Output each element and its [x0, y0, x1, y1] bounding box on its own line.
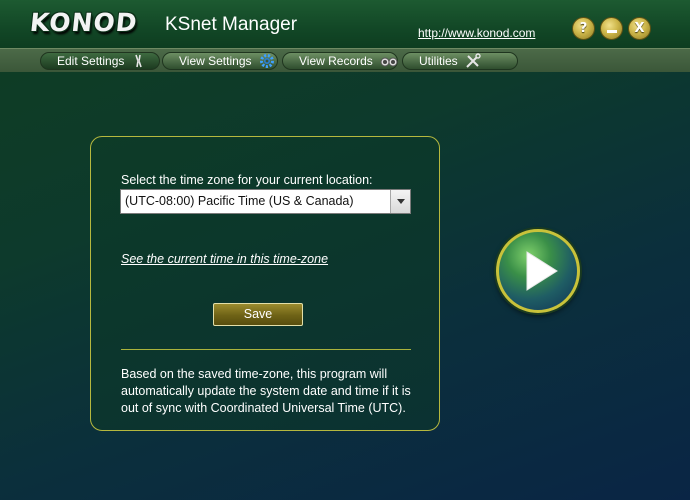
info-text: Based on the saved time-zone, this progr…: [121, 367, 411, 415]
tab-view-settings[interactable]: View Settings: [162, 52, 278, 70]
tab-view-records[interactable]: View Records: [282, 52, 398, 70]
tab-label: View Records: [299, 54, 373, 68]
timezone-selected-value: (UTC-08:00) Pacific Time (US & Canada): [125, 194, 354, 208]
konod-logo: KONOD: [28, 8, 140, 37]
tab-label: Edit Settings: [57, 54, 125, 68]
tools-icon: [465, 53, 481, 69]
gear-icon: [259, 53, 275, 69]
minimize-button[interactable]: [600, 17, 623, 40]
help-button[interactable]: ?: [572, 17, 595, 40]
website-link[interactable]: http://www.konod.com: [418, 26, 535, 40]
chevron-down-icon[interactable]: [390, 190, 410, 213]
close-button[interactable]: X: [628, 17, 651, 40]
save-button[interactable]: Save: [213, 303, 303, 326]
timezone-label: Select the time zone for your current lo…: [121, 173, 373, 187]
title-bar: KONOD KSnet Manager http://www.konod.com…: [0, 0, 690, 48]
wrench-pliers-icon: [131, 53, 147, 69]
app-title: KSnet Manager: [165, 14, 298, 35]
divider: [121, 349, 411, 350]
binoculars-icon: [380, 53, 398, 69]
play-icon: [526, 251, 558, 291]
current-time-link[interactable]: See the current time in this time-zone: [121, 252, 328, 266]
tab-utilities[interactable]: Utilities: [402, 52, 518, 70]
tab-label: View Settings: [179, 54, 252, 68]
timezone-select[interactable]: (UTC-08:00) Pacific Time (US & Canada): [120, 189, 411, 214]
minimize-icon: [606, 30, 617, 33]
timezone-panel: Select the time zone for your current lo…: [90, 136, 440, 431]
tab-label: Utilities: [419, 54, 458, 68]
nav-bar: Edit Settings View Settings View Records: [0, 48, 690, 72]
tab-edit-settings[interactable]: Edit Settings: [40, 52, 160, 70]
play-button[interactable]: [496, 229, 580, 313]
